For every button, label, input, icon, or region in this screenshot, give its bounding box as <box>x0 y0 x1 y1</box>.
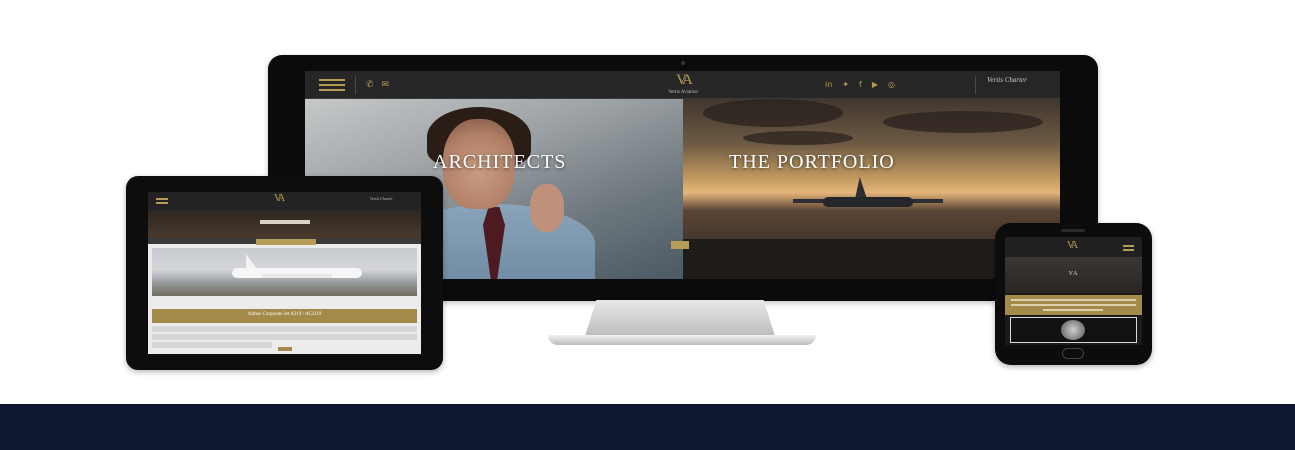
monitor-stand <box>585 300 775 336</box>
header-divider <box>975 76 976 94</box>
phone-hero: VA <box>1005 257 1142 293</box>
tablet-screen: VA Vertis Charter Airbus Corporate Jet A… <box>148 192 421 354</box>
monitor-camera <box>681 61 685 65</box>
aircraft-title: Airbus Corporate Jet A319 / ACJ319 <box>247 312 322 317</box>
logo-mark: VA <box>676 72 693 88</box>
tablet-hero <box>148 210 421 238</box>
spec-row <box>152 326 417 332</box>
phone-gold-block <box>1005 295 1142 315</box>
instagram-icon[interactable]: ◎ <box>888 80 895 89</box>
enquire-button[interactable] <box>278 347 292 351</box>
facebook-icon[interactable]: f <box>859 80 862 89</box>
brand-right[interactable]: Vertis Charter <box>987 76 1027 84</box>
phone-icon[interactable]: ✆ <box>366 80 374 90</box>
mail-icon[interactable]: ✉ <box>382 80 390 90</box>
text-line <box>1011 299 1136 301</box>
phone-screen: VA VA <box>1005 237 1142 345</box>
phone-device: VA VA <box>995 223 1152 365</box>
cloud <box>743 131 853 145</box>
tablet-header: VA Vertis Charter <box>148 192 421 210</box>
logo-text: Vertis Aviation <box>668 90 698 95</box>
menu-icon[interactable] <box>319 78 345 91</box>
phone-speaker <box>1061 229 1085 232</box>
spec-row <box>152 342 272 348</box>
text-line <box>1011 304 1136 306</box>
phone-portrait <box>1010 317 1137 343</box>
aircraft-title-bar: Airbus Corporate Jet A319 / ACJ319 <box>152 309 417 323</box>
brand-right[interactable]: Vertis Charter <box>370 196 393 201</box>
person-hand <box>530 184 564 232</box>
showcase-stage: ✆ ✉ VA Vertis Aviation in ✦ f ▶ ◎ Vertis… <box>0 0 1295 404</box>
text-line <box>1043 309 1103 311</box>
phone-hero-text: VA <box>1068 271 1079 277</box>
panel-title-portfolio: THE PORTFOLIO <box>729 151 895 173</box>
twitter-icon[interactable]: ✦ <box>842 80 849 89</box>
linkedin-icon[interactable]: in <box>825 80 832 89</box>
phone-header: VA <box>1005 237 1142 257</box>
social-links: in ✦ f ▶ ◎ <box>825 80 895 89</box>
logo-mark[interactable]: VA <box>1067 240 1078 251</box>
site-logo[interactable]: VA Vertis Aviation <box>643 72 723 96</box>
header-divider <box>355 75 356 94</box>
hero-caption <box>260 220 310 224</box>
portrait-face <box>1061 320 1085 340</box>
youtube-icon[interactable]: ▶ <box>872 80 878 89</box>
cloud <box>703 99 843 127</box>
tablet-device: VA Vertis Charter Airbus Corporate Jet A… <box>126 176 443 370</box>
logo-mark[interactable]: VA <box>274 193 285 204</box>
view-more-button[interactable] <box>256 239 316 245</box>
monitor-base <box>548 335 816 345</box>
site-header: ✆ ✉ VA Vertis Aviation in ✦ f ▶ ◎ Vertis… <box>305 71 1060 99</box>
corner-badge[interactable] <box>671 241 689 249</box>
footer-band <box>0 404 1295 450</box>
home-button[interactable] <box>1062 348 1084 359</box>
menu-icon[interactable] <box>156 198 168 204</box>
cloud <box>883 111 1043 133</box>
panel-title-architects: ARCHITECTS <box>433 151 567 173</box>
jet-wing <box>262 274 332 278</box>
airplane-icon <box>823 197 913 207</box>
menu-icon[interactable] <box>1123 245 1134 251</box>
spec-row <box>152 334 417 340</box>
airplane-tail <box>855 177 867 199</box>
jet-photo <box>152 248 417 296</box>
